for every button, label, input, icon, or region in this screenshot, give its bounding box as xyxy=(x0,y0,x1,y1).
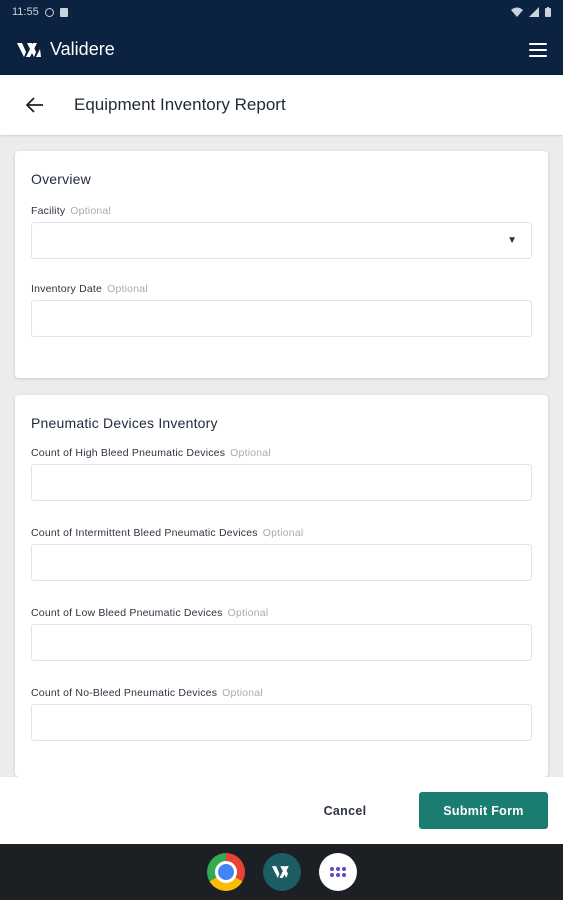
submit-form-button[interactable]: Submit Form xyxy=(419,792,548,829)
wifi-icon xyxy=(511,7,523,17)
facility-label: Facility Optional xyxy=(31,205,532,217)
page-title: Equipment Inventory Report xyxy=(74,95,286,114)
facility-select[interactable]: ▼ xyxy=(31,222,532,259)
inventory-date-input[interactable] xyxy=(31,300,532,337)
menu-icon[interactable] xyxy=(529,42,547,57)
no-bleed-optional: Optional xyxy=(222,687,263,699)
form-action-bar: Cancel Submit Form xyxy=(0,777,563,844)
brand-name: Validere xyxy=(50,39,115,59)
validere-logo-icon xyxy=(17,42,41,57)
app-drawer-icon[interactable] xyxy=(318,853,357,891)
low-bleed-count-input[interactable] xyxy=(31,624,532,661)
no-bleed-count-input[interactable] xyxy=(31,704,532,741)
title-bar: Equipment Inventory Report xyxy=(0,75,563,135)
low-bleed-label-text: Count of Low Bleed Pneumatic Devices xyxy=(31,607,223,619)
high-bleed-label: Count of High Bleed Pneumatic Devices Opt… xyxy=(31,447,532,459)
system-nav-bar xyxy=(0,844,563,900)
inventory-date-label: Inventory Date Optional xyxy=(31,283,532,295)
intermittent-bleed-label: Count of Intermittent Bleed Pneumatic De… xyxy=(31,527,532,539)
low-bleed-optional: Optional xyxy=(227,607,269,619)
high-bleed-optional: Optional xyxy=(230,447,271,459)
facility-label-text: Facility xyxy=(31,205,66,217)
brand[interactable]: Validere xyxy=(16,39,115,60)
no-bleed-label: Count of No-Bleed Pneumatic Devices Optio… xyxy=(31,687,532,699)
status-bar: 11:55 xyxy=(0,0,563,24)
app-bar: Validere xyxy=(0,24,563,75)
low-bleed-label: Count of Low Bleed Pneumatic Devices Opti… xyxy=(31,607,532,619)
status-time: 11:55 xyxy=(12,6,39,18)
overview-title: Overview xyxy=(31,171,91,187)
inventory-date-label-text: Inventory Date xyxy=(31,283,103,295)
intermittent-bleed-label-text: Count of Intermittent Bleed Pneumatic De… xyxy=(31,527,258,539)
validere-app-icon[interactable] xyxy=(262,853,301,891)
cancel-button[interactable]: Cancel xyxy=(312,799,378,823)
high-bleed-count-input[interactable] xyxy=(31,464,532,501)
facility-optional: Optional xyxy=(70,205,111,217)
signal-icon xyxy=(529,7,539,17)
do-not-disturb-icon xyxy=(44,7,54,17)
intermittent-bleed-count-input[interactable] xyxy=(31,544,532,581)
pneumatic-title: Pneumatic Devices Inventory xyxy=(31,415,218,431)
chrome-icon[interactable] xyxy=(206,853,245,891)
battery-icon xyxy=(545,7,551,17)
back-arrow-icon[interactable] xyxy=(24,94,46,116)
clipboard-icon xyxy=(59,7,68,17)
dropdown-caret-icon: ▼ xyxy=(507,235,517,246)
pneumatic-devices-card: Pneumatic Devices Inventory Count of Hig… xyxy=(15,395,548,777)
intermittent-bleed-optional: Optional xyxy=(262,527,304,539)
inventory-date-optional: Optional xyxy=(107,283,148,295)
overview-card: Overview Facility Optional ▼ Inventory Da… xyxy=(15,151,548,378)
high-bleed-label-text: Count of High Bleed Pneumatic Devices xyxy=(31,447,226,459)
no-bleed-label-text: Count of No-Bleed Pneumatic Devices xyxy=(31,687,218,699)
